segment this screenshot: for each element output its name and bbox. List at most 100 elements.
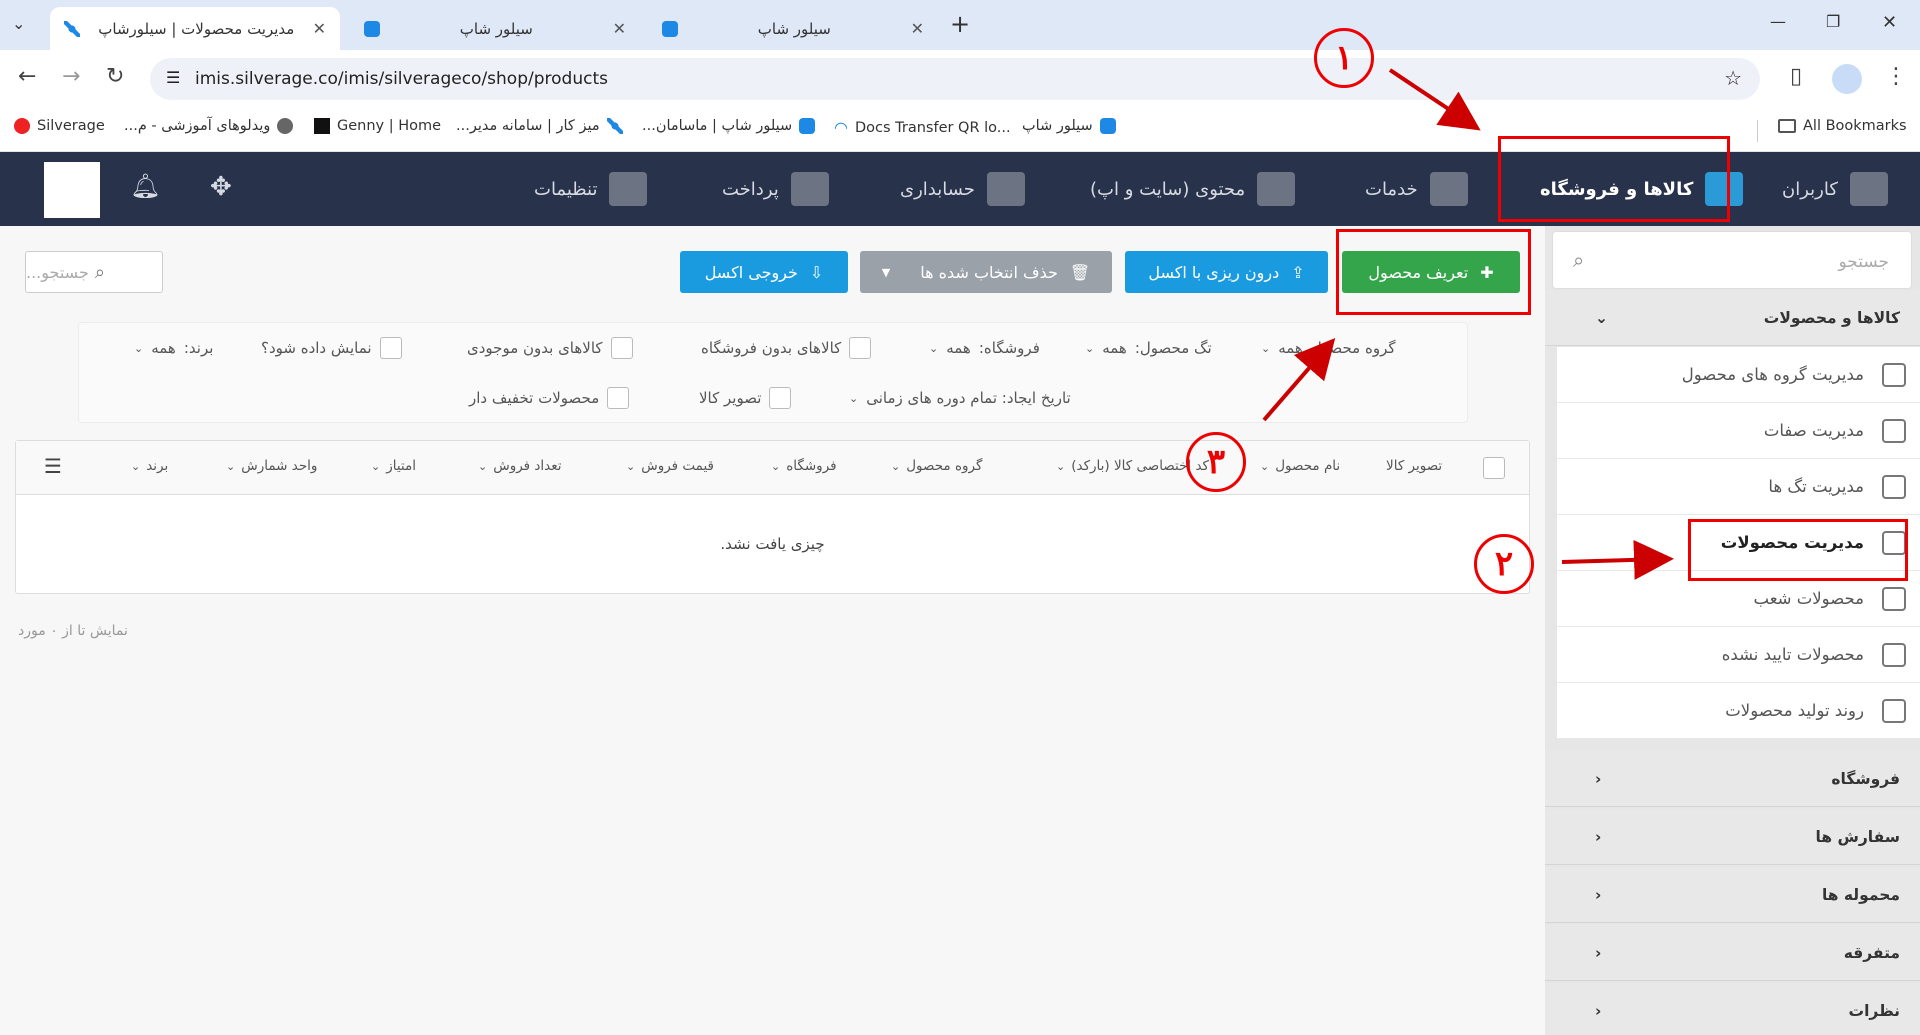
silvershop-favicon-icon [1099,118,1116,134]
reload-icon[interactable]: ↻ [106,64,124,89]
card-icon [790,172,829,206]
calculator-icon [986,172,1025,206]
tab-silvershop-1[interactable]: ✕ سیلور شاپ [350,7,640,50]
side-panel-icon[interactable]: ▯ [1790,64,1802,89]
trash-icon: 🗑︎ [1069,262,1091,282]
filter-product-group[interactable]: گروه محصول همه ⌄ [1261,339,1396,357]
col-group[interactable]: گروه محصول ⌄ [891,458,982,474]
column-menu-icon[interactable]: ☰ [44,454,62,478]
sidebar-section-products[interactable]: کالاها و محصولات ⌄ [1545,290,1920,346]
filter-no-store[interactable]: کالاهای بدون فروشگاه [701,337,872,359]
search-icon: ⌕ [94,261,105,283]
tab-products[interactable]: ✕ مدیریت محصولات | سیلورشاپ [50,7,340,50]
close-window-icon[interactable]: ✕ [1882,12,1897,33]
crown-icon [1882,418,1906,443]
forward-icon[interactable]: → [62,64,80,89]
tab-close-icon[interactable]: ✕ [313,19,326,38]
bell-icon[interactable]: 🔔︎ [130,172,160,200]
nav-payment[interactable]: پرداخت [722,152,829,226]
bookmark-genny[interactable]: Genny | Home [314,118,441,134]
checkbox[interactable] [610,337,633,359]
bookmark-docs-transfer[interactable]: ◠ Docs Transfer QR lo... [834,118,1011,137]
bookmark-silverage[interactable]: Silverage [14,118,105,134]
filter-brand[interactable]: برند: همه ⌄ [134,339,213,357]
checkbox[interactable] [849,337,872,359]
url-input[interactable]: ☰ imis.silverage.co/imis/silverageco/sho… [150,58,1760,100]
checkbox[interactable] [607,387,630,409]
checkbox[interactable] [379,337,402,359]
sidebar-section-store[interactable]: فروشگاه ‹ [1545,751,1920,807]
tab-title: سیلور شاپ [757,19,831,38]
col-image[interactable]: تصویر کالا [1386,458,1442,474]
move-icon[interactable]: ✥ [210,172,232,202]
col-price[interactable]: قیمت فروش ⌄ [626,458,714,474]
nav-content[interactable]: محتوی (سایت و اپ) [1090,152,1296,226]
back-icon[interactable]: ← [18,64,36,89]
profile-avatar[interactable] [1832,64,1862,94]
all-bookmarks[interactable]: All Bookmarks [1778,118,1907,134]
nav-settings[interactable]: تنظیمات [534,152,648,226]
tab-search-icon[interactable]: ⌄ [12,14,25,33]
select-all-checkbox[interactable] [1483,457,1505,479]
filter-no-stock[interactable]: کالاهای بدون موجودی [467,337,633,359]
tab-silvershop-2[interactable]: ✕ سیلور شاپ [648,7,938,50]
sidebar-section-comments[interactable]: نظرات ‹ [1545,983,1920,1035]
filter-show[interactable]: نمایش داده شود؟ [261,337,402,359]
import-excel-button[interactable]: ⇪ درون ریزی با اکسل [1125,251,1328,293]
sidebar-item-tags[interactable]: مدیریت تگ ها [1557,459,1920,515]
empty-message: چیزی یافت نشد. [720,535,825,553]
export-excel-button[interactable]: ⇩ خروجی اکسل [680,251,848,293]
minimize-icon[interactable]: — [1770,12,1786,31]
filter-store[interactable]: فروشگاه: همه ⌄ [929,339,1040,357]
sidebar-item-groups[interactable]: مدیریت گروه های محصول [1557,347,1920,403]
tab-title: سیلور شاپ [459,19,533,38]
bookmark-star-icon[interactable]: ☆ [1724,66,1742,90]
col-unit[interactable]: واحد شمارش ⌄ [226,458,317,474]
bookmark-silvershop-masaman[interactable]: سیلور شاپ | ماسامان... [642,118,816,134]
product-search-input[interactable]: ⌕ جستجو... [25,251,163,293]
col-sales-count[interactable]: تعداد فروش ⌄ [478,458,562,474]
site-info-icon[interactable]: ☰ [166,68,180,87]
define-product-button[interactable]: ✚ تعریف محصول [1342,251,1520,293]
sidebar-search-input[interactable]: جستجو ⌕ [1552,231,1912,289]
plus-icon: ✚ [1480,262,1494,282]
sidebar-item-production-flow[interactable]: روند تولید محصولات [1557,683,1920,739]
sidebar-item-unapproved[interactable]: محصولات تایید نشده [1557,627,1920,683]
silvershop-favicon-icon [364,20,380,37]
chevron-left-icon: ‹ [1595,885,1602,904]
delete-selected-button[interactable]: 🗑︎ حذف انتخاب شده ها ▼ [860,251,1112,293]
tab-close-icon[interactable]: ✕ [911,19,924,38]
tag-icon [1882,474,1906,499]
chevron-down-icon: ⌄ [371,459,381,473]
sidebar-section-shipments[interactable]: محموله ها ‹ [1545,867,1920,923]
sidebar-item-products[interactable]: مدیریت محصولات [1557,515,1920,571]
broom-icon [1429,172,1468,206]
nav-accounting[interactable]: حسابداری [900,152,1025,226]
maximize-icon[interactable]: ❐ [1826,12,1840,31]
bookmark-silvershop[interactable]: سیلور شاپ [1022,118,1116,134]
gears-icon [609,172,648,206]
sidebar-section-orders[interactable]: سفارش ها ‹ [1545,809,1920,865]
nav-products-store[interactable]: کالاها و فروشگاه [1540,152,1744,226]
filter-product-image[interactable]: تصویر کالا [699,387,792,409]
bookmark-workdesk[interactable]: میز کار | سامانه مدیر... [456,118,623,134]
checkbox[interactable] [769,387,792,409]
nav-services[interactable]: خدمات [1365,152,1468,226]
nav-users[interactable]: کاربران [1782,152,1888,226]
sidebar-section-misc[interactable]: متفرقه ‹ [1545,925,1920,981]
filter-product-tag[interactable]: تگ محصول: همه ⌄ [1085,339,1212,357]
col-brand[interactable]: برند ⌄ [131,458,168,474]
new-tab-button[interactable]: + [950,10,970,38]
chevron-down-icon: ⌄ [849,391,859,405]
col-score[interactable]: امتیاز ⌄ [371,458,416,474]
sidebar-item-attributes[interactable]: مدیریت صفات [1557,403,1920,459]
bookmark-videos[interactable]: ویدلوهای آموزشی - م... [124,118,294,134]
col-name[interactable]: نام محصول ⌄ [1260,458,1340,474]
tab-close-icon[interactable]: ✕ [613,19,626,38]
sidebar-item-branch-products[interactable]: محصولات شعب [1557,571,1920,627]
menu-kebab-icon[interactable]: ⋮ [1885,64,1907,89]
col-store[interactable]: فروشگاه ⌄ [771,458,837,474]
filter-discounted[interactable]: محصولات تخفیف دار [469,387,630,409]
chevron-down-icon: ⌄ [1085,341,1095,355]
filter-created-date[interactable]: تاریخ ایجاد: تمام دوره های زمانی ⌄ [849,389,1071,407]
